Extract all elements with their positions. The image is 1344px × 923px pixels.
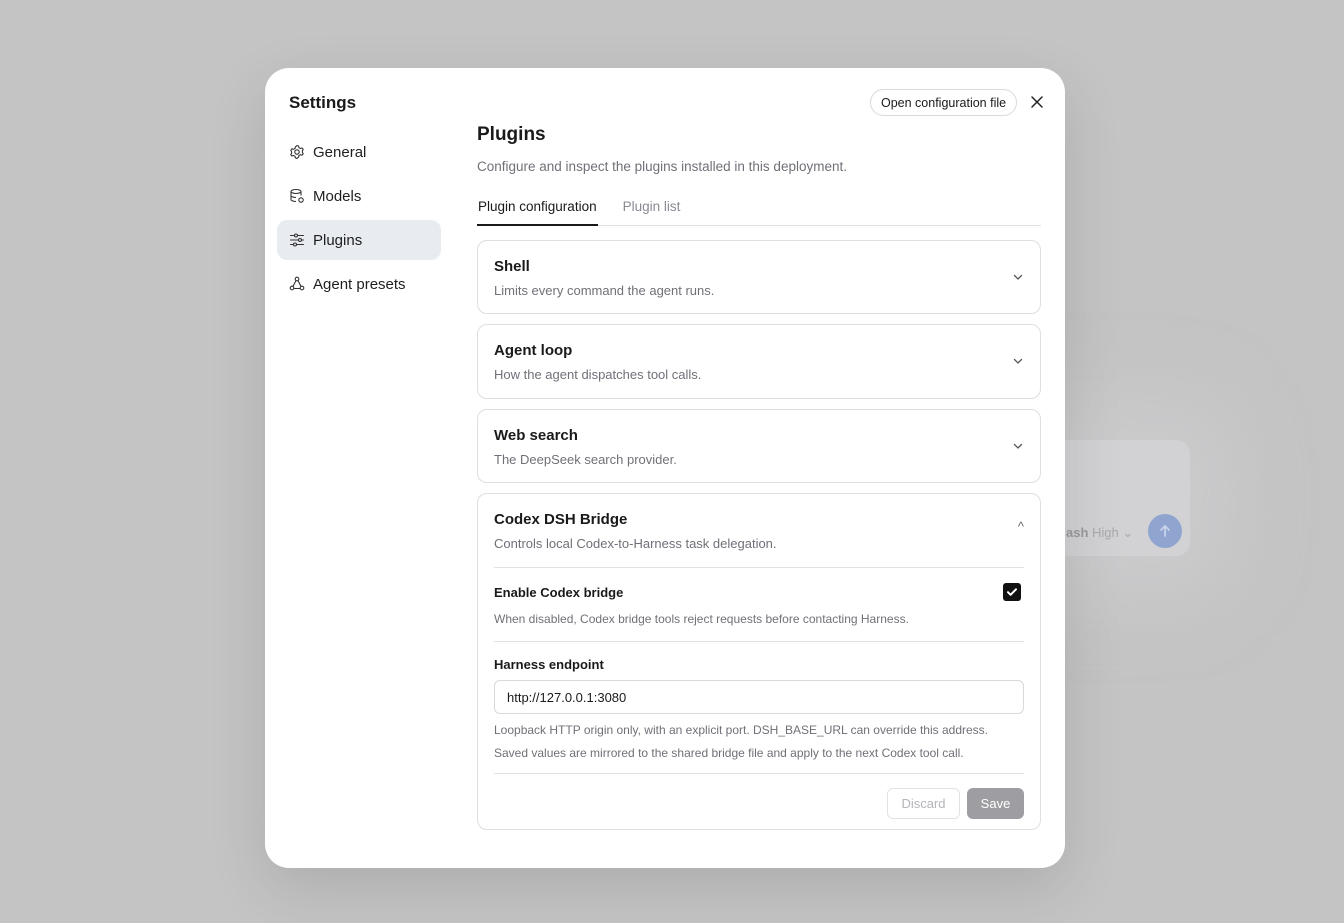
plugin-card-header[interactable]: Web search The DeepSeek search provider. (478, 410, 1040, 483)
plugin-card-codex-dsh-bridge: Codex DSH Bridge Controls local Codex-to… (477, 493, 1041, 830)
plugin-tabs: Plugin configuration Plugin list (477, 195, 1041, 226)
database-icon (289, 188, 305, 204)
tab-plugin-list[interactable]: Plugin list (622, 195, 682, 226)
chevron-up-icon: ^ (1017, 519, 1024, 534)
plugin-title: Web search (494, 427, 578, 444)
sidebar-item-label: Plugins (313, 231, 363, 249)
sidebar-item-label: Agent presets (313, 275, 406, 293)
endpoint-help: Saved values are mirrored to the shared … (494, 746, 964, 760)
close-button[interactable] (1027, 92, 1047, 112)
sidebar-item-models[interactable]: Models (277, 176, 441, 216)
enable-bridge-label: Enable Codex bridge (494, 585, 624, 600)
checkmark-icon (1007, 588, 1017, 596)
discard-button[interactable]: Discard (887, 788, 960, 819)
settings-sidebar: General Models Plugins Agent presets (277, 132, 441, 308)
endpoint-row: Harness endpoint Loopback HTTP origin on… (494, 642, 1024, 760)
plugin-description: How the agent dispatches tool calls. (494, 367, 702, 382)
plugin-card-body: Enable Codex bridge When disabled, Codex… (478, 567, 1040, 831)
plugin-card-agent-loop: Agent loop How the agent dispatches tool… (477, 324, 1041, 399)
plugin-title: Shell (494, 258, 530, 275)
plugin-description: Controls local Codex-to-Harness task del… (494, 536, 777, 551)
plugin-description: The DeepSeek search provider. (494, 452, 677, 467)
plugin-card-header[interactable]: Shell Limits every command the agent run… (478, 241, 1040, 314)
sidebar-item-general[interactable]: General (277, 132, 441, 172)
endpoint-label: Harness endpoint (494, 657, 604, 672)
endpoint-help: Loopback HTTP origin only, with an expli… (494, 723, 989, 737)
chevron-down-icon (1013, 443, 1023, 449)
sliders-icon (289, 232, 305, 248)
sidebar-item-label: Models (313, 187, 362, 205)
page-title: Plugins (477, 124, 546, 145)
enable-bridge-row: Enable Codex bridge When disabled, Codex… (494, 568, 1024, 641)
page-subtitle: Configure and inspect the plugins instal… (477, 159, 847, 174)
plugin-title: Agent loop (494, 342, 573, 359)
background-model-level: High (1092, 525, 1119, 540)
chevron-down-icon (1013, 274, 1023, 280)
enable-bridge-checkbox[interactable] (1003, 583, 1021, 601)
enable-bridge-help: When disabled, Codex bridge tools reject… (494, 612, 909, 626)
chevron-down-icon (1013, 358, 1023, 364)
chevron-down-icon: ⌄ (1122, 525, 1134, 540)
card-actions: Discard Save (494, 774, 1024, 831)
plugin-card-shell: Shell Limits every command the agent run… (477, 240, 1041, 314)
modal-title: Settings (289, 93, 357, 112)
harness-endpoint-input[interactable] (494, 680, 1024, 714)
gear-icon (289, 144, 305, 160)
background-model-selector: ash High ⌄ (1066, 525, 1133, 541)
save-button[interactable]: Save (967, 788, 1024, 819)
open-config-button[interactable]: Open configuration file (870, 89, 1018, 116)
settings-modal: Settings General Models Plugins Agent pr… (265, 68, 1065, 868)
plugin-card-header[interactable]: Agent loop How the agent dispatches tool… (478, 325, 1040, 398)
plugin-description: Limits every command the agent runs. (494, 283, 715, 298)
sidebar-item-plugins[interactable]: Plugins (277, 220, 441, 260)
plugin-card-web-search: Web search The DeepSeek search provider. (477, 409, 1041, 483)
sidebar-item-label: General (313, 143, 367, 161)
plugin-title: Codex DSH Bridge (494, 511, 628, 528)
tab-plugin-configuration[interactable]: Plugin configuration (477, 195, 598, 226)
network-icon (289, 276, 305, 292)
background-send-button (1148, 514, 1182, 548)
background-model-label: ash (1066, 525, 1089, 540)
close-icon (1031, 96, 1043, 108)
plugin-card-header[interactable]: Codex DSH Bridge Controls local Codex-to… (478, 494, 1040, 567)
sidebar-item-agent-presets[interactable]: Agent presets (277, 264, 441, 304)
arrow-up-icon (1160, 524, 1170, 537)
